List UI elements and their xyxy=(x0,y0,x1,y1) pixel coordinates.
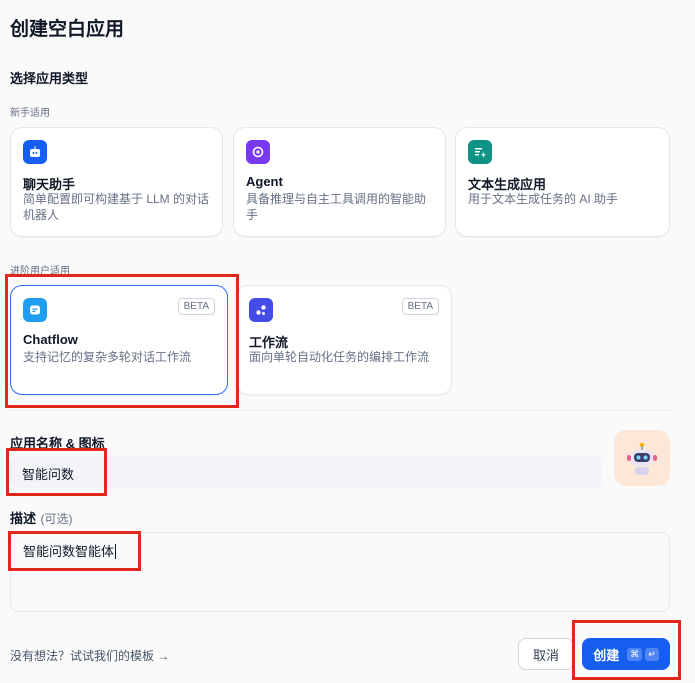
cancel-button[interactable]: 取消 xyxy=(518,638,574,670)
card-name: Agent xyxy=(246,174,283,189)
workflow-icon xyxy=(249,298,273,322)
beta-badge: BETA xyxy=(177,298,215,315)
enter-key-icon: ↵ xyxy=(645,647,659,661)
app-type-card-chatbot[interactable]: 聊天助手 简单配置即可构建基于 LLM 的对话机器人 xyxy=(10,127,223,237)
card-desc: 面向单轮自动化任务的编排工作流 xyxy=(249,350,430,364)
description-text: 智能问数智能体 xyxy=(23,544,115,559)
template-link[interactable]: 没有想法？试试我们的模板 → xyxy=(10,647,169,664)
section-divider xyxy=(10,410,670,411)
chatflow-icon xyxy=(23,298,47,322)
card-desc: 具备推理与自主工具调用的智能助手 xyxy=(246,192,427,222)
description-textarea[interactable]: 智能问数智能体 xyxy=(10,532,670,612)
create-label: 创建 xyxy=(593,647,620,663)
beginner-group-label: 新手适用 xyxy=(10,108,50,119)
app-name-label: 应用名称 & 图标 xyxy=(10,436,105,451)
app-type-card-text-generation[interactable]: 文本生成应用 用于文本生成任务的 AI 助手 xyxy=(455,127,670,237)
text-generation-icon xyxy=(468,140,492,164)
description-label-row: 描述 (可选) xyxy=(10,508,72,528)
app-type-card-chatflow[interactable]: BETA Chatflow 支持记忆的复杂多轮对话工作流 xyxy=(10,285,228,395)
app-type-card-agent[interactable]: Agent 具备推理与自主工具调用的智能助手 xyxy=(233,127,446,237)
card-name: Chatflow xyxy=(23,332,78,347)
card-desc: 简单配置即可构建基于 LLM 的对话机器人 xyxy=(23,192,210,222)
cmd-key-icon: ⌘ xyxy=(627,647,643,661)
cancel-label: 取消 xyxy=(532,647,559,663)
app-icon-picker[interactable] xyxy=(614,430,670,486)
robot-avatar-icon xyxy=(627,442,657,475)
beta-badge: BETA xyxy=(401,298,439,315)
app-name-input[interactable]: 智能问数 xyxy=(10,456,602,488)
chat-bot-icon xyxy=(23,140,47,164)
text-cursor xyxy=(115,544,117,559)
agent-icon xyxy=(246,140,270,164)
card-desc: 用于文本生成任务的 AI 助手 xyxy=(468,192,619,206)
app-type-heading: 选择应用类型 xyxy=(10,71,89,86)
optional-hint: (可选) xyxy=(40,512,73,526)
create-button[interactable]: 创建 ⌘ ↵ xyxy=(582,638,670,670)
description-label: 描述 xyxy=(10,511,37,526)
advanced-group-label: 进阶用户适用 xyxy=(10,266,70,277)
app-type-card-workflow[interactable]: BETA 工作流 面向单轮自动化任务的编排工作流 xyxy=(236,285,452,395)
dialog-title: 创建空白应用 xyxy=(10,19,125,40)
card-desc: 支持记忆的复杂多轮对话工作流 xyxy=(23,350,192,364)
